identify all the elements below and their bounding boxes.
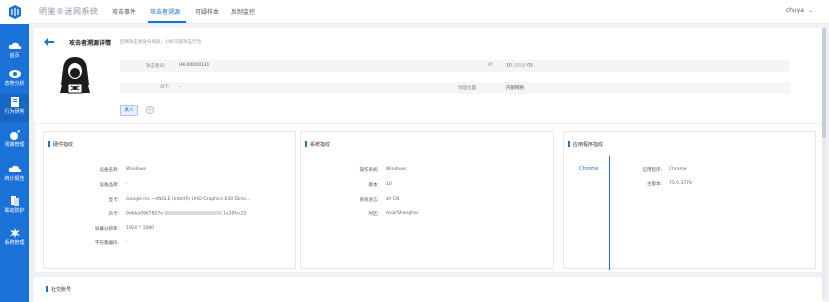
eye-icon [8, 70, 21, 78]
sidebar-item-label: 行为研判 [4, 109, 25, 115]
username: chuya [785, 7, 804, 14]
application-fingerprint-panel: 应用程序指纹 Chrome 应用程序: Chrome 主版本: 75.0.3770 [563, 131, 816, 270]
hardware-fingerprint-panel: 硬件指纹 设备名称: Windows 设备品牌: - 显卡: Google Inc.~… [43, 131, 296, 269]
cloud-report-icon [8, 165, 21, 172]
cloud-icon [8, 42, 21, 49]
ip-label: IP: [488, 63, 494, 68]
add-tag-icon[interactable]: + [146, 106, 154, 114]
tag-human[interactable]: 真人 [120, 105, 138, 116]
sidebar-item-linkage[interactable]: 联动防护 [0, 193, 29, 221]
panel-title: 系统指纹 [304, 141, 331, 148]
ip-field: IP: 10. 05 [454, 60, 790, 72]
gear-icon [9, 228, 20, 238]
sidebar-item-label: 统计报告 [4, 176, 25, 182]
sidebar-item-label: 系统管理 [4, 240, 25, 246]
attacker-id-value: HK-00000131 [179, 63, 210, 68]
attacker-id-field: 攻击者ID: HK-00000131 [120, 60, 466, 72]
tab-attack-events[interactable]: 攻击事件 [112, 7, 136, 16]
redacted-block [514, 63, 527, 67]
ip-value: 10. 05 [506, 63, 533, 69]
sidebar-item-home[interactable]: 首页 [0, 38, 29, 66]
location-value: 内部网络 [506, 86, 524, 91]
app-tab-chrome[interactable]: Chrome [570, 156, 610, 270]
app-logo[interactable] [0, 0, 29, 24]
logo-icon [8, 5, 21, 19]
tab-countermeasure[interactable]: 反制监控 [231, 7, 255, 16]
sidebar-item-label: 联动防护 [4, 208, 25, 214]
active-tab-indicator [148, 21, 186, 23]
system-fingerprint-panel: 系统指纹 操作系统: Windows 版本: 10 系统语言: zh-CN 时区: As… [300, 131, 554, 269]
top-navigation-bar: 明鉴®迷网系统 攻击事件 攻击者溯源 可疑样本 反制监控 chuya ⌄ [29, 0, 829, 24]
scrollbar[interactable] [822, 28, 826, 298]
page-title: 攻击者溯源详情 [69, 40, 112, 47]
social-account-section: 社交账号 [34, 277, 823, 302]
sidebar-item-system[interactable]: 系统管理 [0, 225, 29, 253]
sidebar-item-situation[interactable]: 态势分析 [0, 66, 29, 94]
page-subtitle: 回溯攻击者身份线索，分析可疑攻击行为 [120, 40, 201, 45]
sidebar: 首页 态势分析 行为研判 诱捕管理 统计报告 联动防护 系统管理 [0, 0, 29, 302]
user-menu[interactable]: chuya ⌄ [786, 7, 813, 14]
hacker-avatar-icon [60, 57, 90, 94]
redacted-block [164, 211, 223, 215]
app-brand: 明鉴®迷网系统 [39, 7, 99, 16]
sidebar-item-trap[interactable]: 诱捕管理 [0, 127, 29, 155]
back-arrow-icon[interactable] [43, 37, 55, 47]
xff-value: - [179, 85, 181, 90]
chevron-down-icon: ⌄ [807, 7, 813, 14]
attacker-detail-card: 攻击者溯源详情 回溯攻击者身份线索，分析可疑攻击行为 攻击者ID: HK-000… [34, 28, 823, 123]
tab-suspicious-samples[interactable]: 可疑样本 [195, 7, 219, 16]
book-icon [10, 97, 19, 107]
sidebar-item-label: 首页 [9, 53, 20, 59]
sidebar-item-label: 态势分析 [4, 81, 25, 87]
panel-title: 社交账号 [45, 286, 72, 293]
xff-label: XFF: [160, 85, 170, 90]
target-icon [9, 130, 20, 140]
sidebar-item-behavior[interactable]: 行为研判 [0, 94, 29, 122]
attacker-id-label: 攻击者ID: [146, 64, 166, 69]
sidebar-item-label: 诱捕管理 [4, 142, 25, 148]
panel-title: 应用程序指纹 [567, 141, 604, 148]
panel-title: 硬件指纹 [47, 141, 74, 148]
location-field: 地理位置: 内部网络 [454, 82, 790, 94]
location-label: 地理位置: [458, 86, 478, 91]
sidebar-item-report[interactable]: 统计报告 [0, 161, 29, 189]
shield-icon [10, 196, 19, 206]
scrollbar-thumb[interactable] [822, 28, 826, 138]
xff-field: XFF: - [120, 82, 466, 94]
tab-attacker-trace[interactable]: 攻击者溯源 [150, 7, 180, 16]
